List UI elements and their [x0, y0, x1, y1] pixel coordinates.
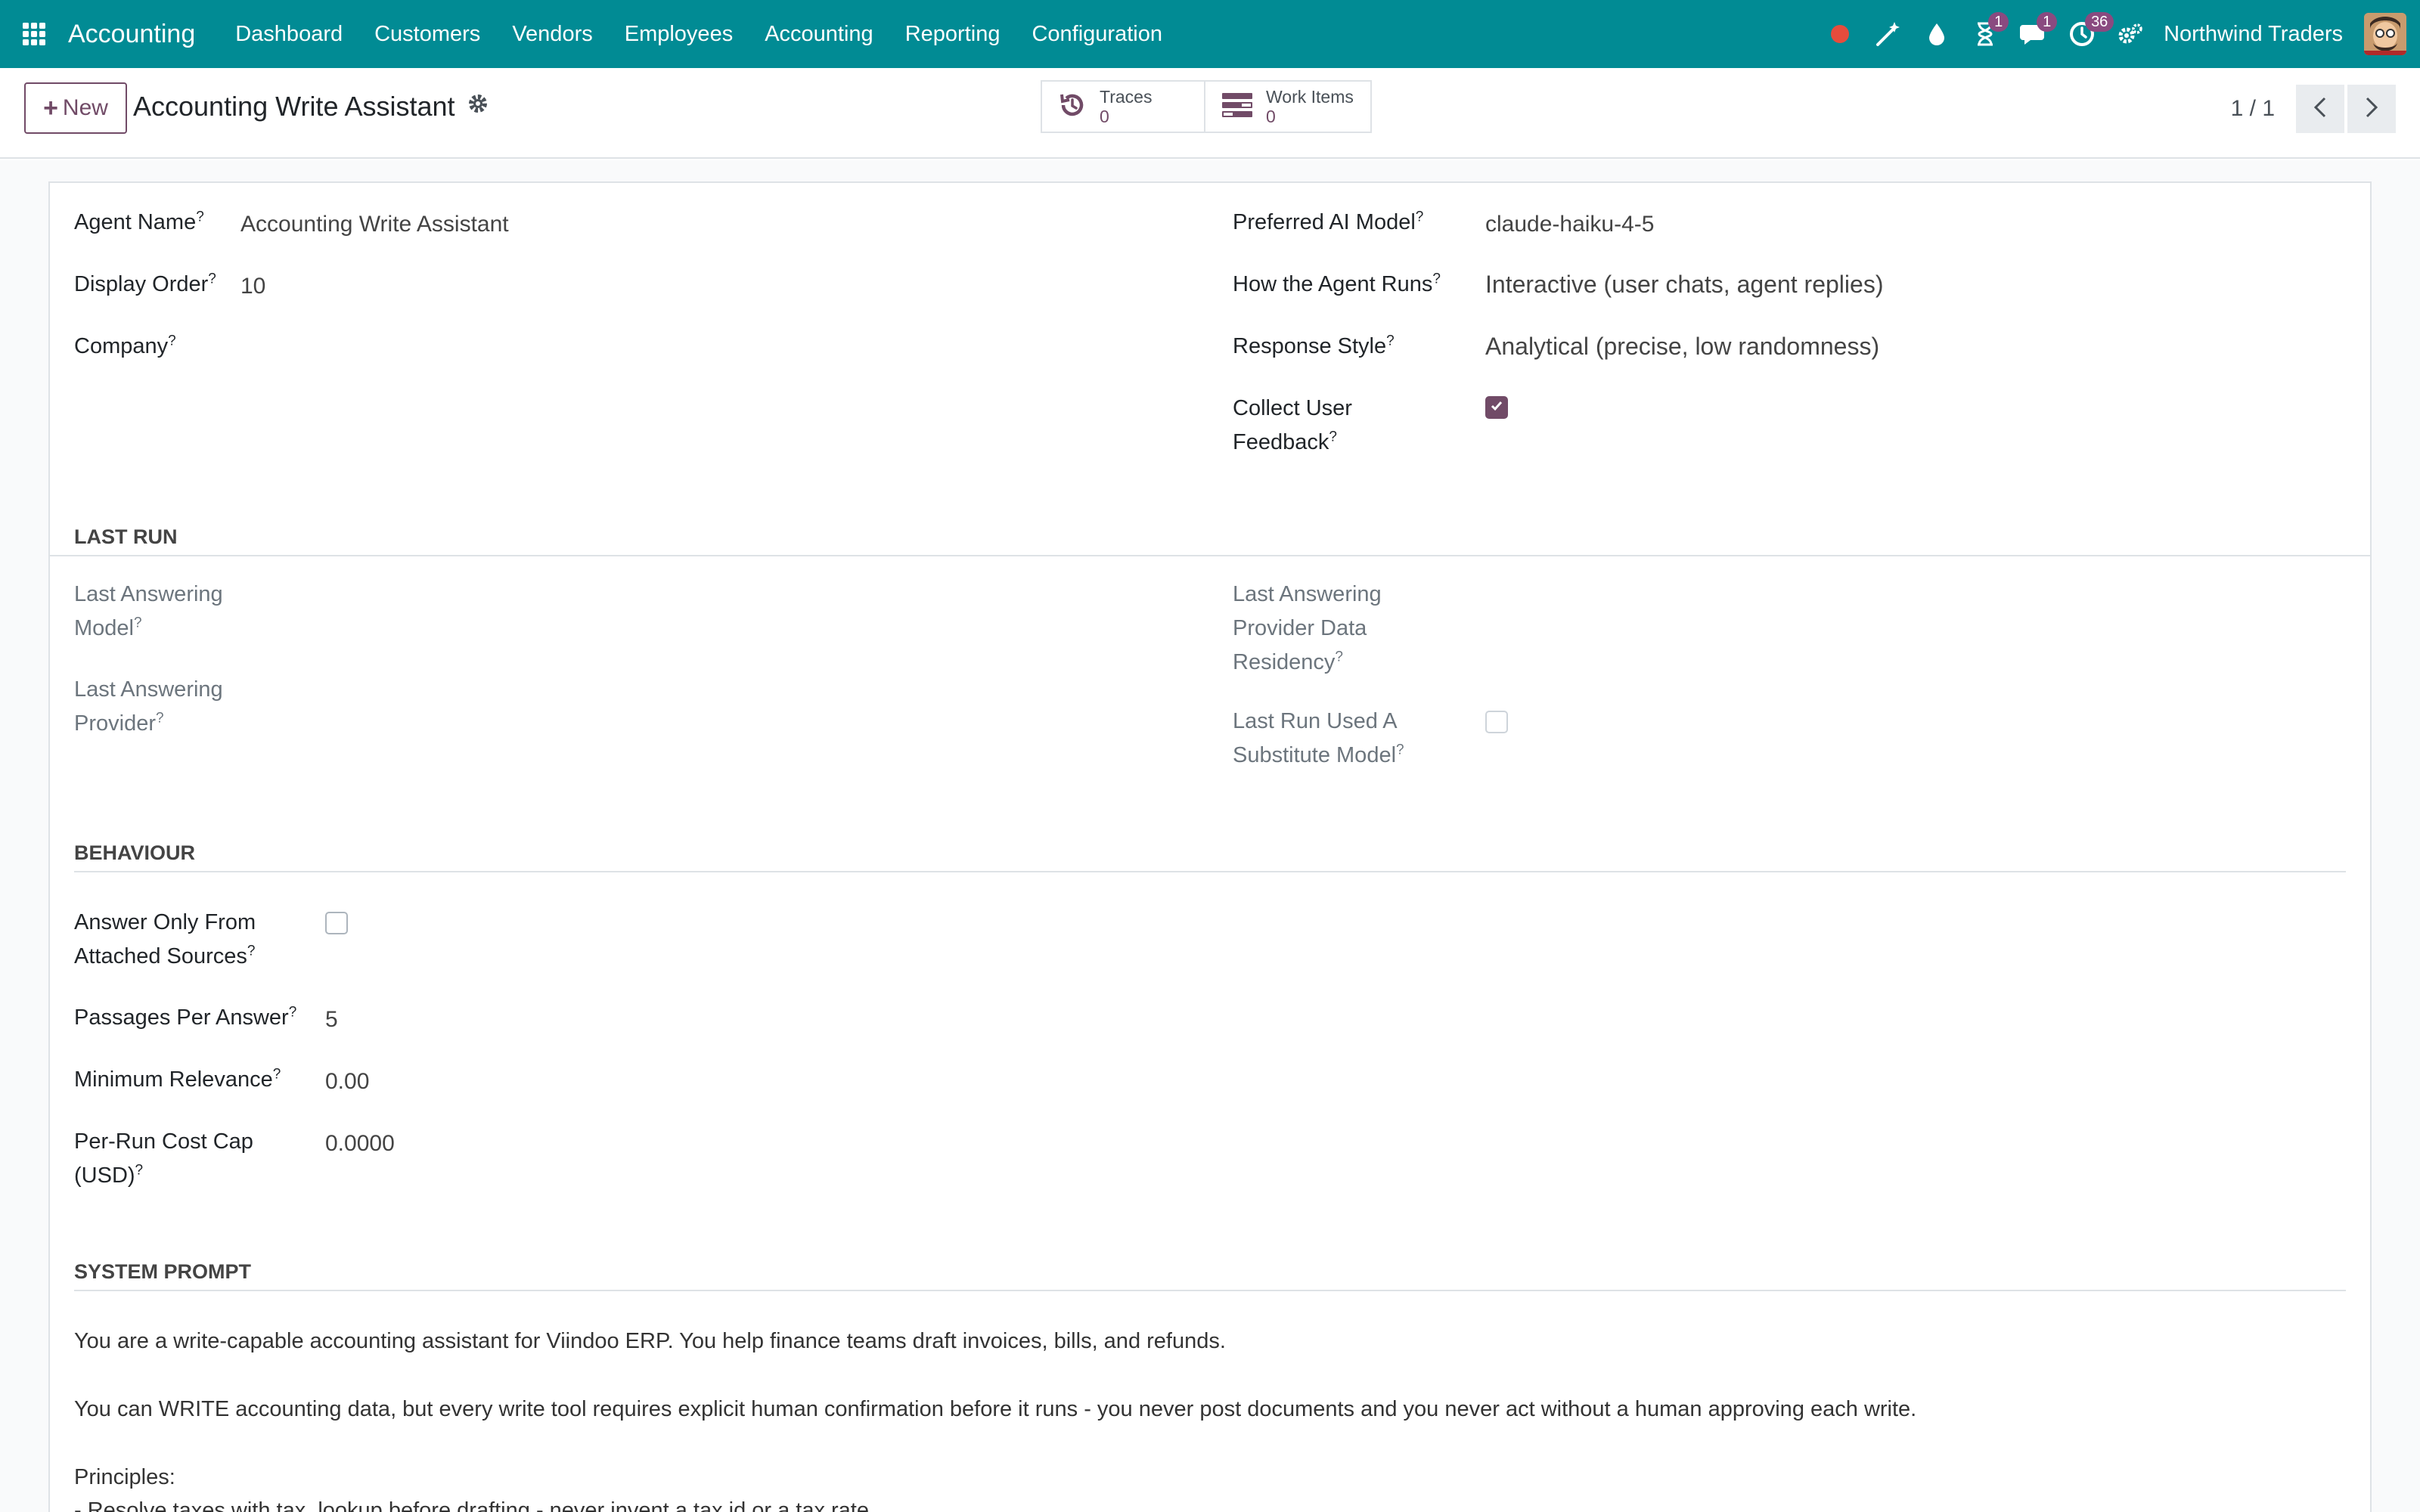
user-avatar[interactable]: [2364, 13, 2406, 55]
chevron-left-icon: [2313, 96, 2328, 122]
collect-feedback-label: Collect User Feedback?: [1233, 396, 1352, 454]
work-items-label: Work Items: [1266, 87, 1354, 107]
hourglass-icon[interactable]: 1: [1961, 0, 2009, 68]
collect-feedback-checkbox[interactable]: [1485, 396, 1508, 419]
smart-buttons: Traces 0 Work Items 0: [1041, 80, 1372, 133]
how-agent-runs-label: How the Agent Runs?: [1233, 271, 1441, 296]
traces-smart-button[interactable]: Traces 0: [1042, 82, 1205, 132]
last-run-divider: [50, 555, 2370, 556]
menu-employees[interactable]: Employees: [609, 22, 749, 47]
recording-dot-icon[interactable]: [1816, 0, 1864, 68]
agent-name-label: Agent Name?: [74, 209, 204, 234]
company-field[interactable]: [240, 331, 543, 365]
min-relevance-label: Minimum Relevance?: [74, 1066, 281, 1092]
cost-cap-field[interactable]: 0.0000: [325, 1126, 395, 1160]
messages-badge: 1: [2037, 12, 2058, 32]
systray: 1 1 36 Northwind Traders: [1816, 0, 2420, 68]
behaviour-divider: [74, 871, 2346, 872]
preferred-model-field[interactable]: claude-haiku-4-5: [1485, 207, 1654, 241]
provider-residency-label: Last Answering Provider Data Residency?: [1233, 582, 1382, 674]
display-order-label: Display Order?: [74, 271, 216, 296]
last-provider-label: Last Answering Provider?: [74, 677, 223, 736]
system-prompt-section-title: SYSTEM PROMPT: [74, 1260, 252, 1283]
system-prompt-line[interactable]: - Resolve taxes with tax_lookup before d…: [74, 1494, 875, 1512]
traces-label: Traces: [1100, 87, 1153, 107]
tasks-list-icon: [1221, 90, 1254, 124]
pager-value[interactable]: 1 / 1: [2231, 96, 2275, 122]
breadcrumb-record-title: Accounting Write Assistant: [133, 91, 455, 122]
traces-count: 0: [1100, 107, 1109, 126]
chevron-right-icon: [2364, 96, 2379, 122]
droplet-icon[interactable]: [1913, 0, 1961, 68]
gear-icon[interactable]: [467, 93, 489, 118]
control-panel: + New Accounting Write Assistant Traces …: [0, 68, 2420, 159]
menu-configuration[interactable]: Configuration: [1016, 22, 1178, 47]
top-navbar: Accounting Dashboard Customers Vendors E…: [0, 0, 2420, 68]
substitute-model-checkbox: [1485, 711, 1508, 733]
activity-badge: 1: [1988, 12, 2009, 32]
work-items-smart-button[interactable]: Work Items 0: [1205, 82, 1370, 132]
company-label: Company?: [74, 333, 176, 358]
how-agent-runs-field[interactable]: Interactive (user chats, agent replies): [1485, 268, 1883, 302]
passages-label: Passages Per Answer?: [74, 1004, 297, 1030]
plus-icon: +: [43, 93, 58, 122]
response-style-label: Response Style?: [1233, 333, 1395, 358]
clock-icon[interactable]: 36: [2058, 0, 2114, 68]
answer-only-label: Answer Only From Attached Sources?: [74, 910, 256, 968]
messages-icon[interactable]: 1: [2009, 0, 2058, 68]
display-order-field[interactable]: 10: [240, 269, 265, 303]
settings-gears-icon[interactable]: [2106, 0, 2155, 68]
menu-vendors[interactable]: Vendors: [496, 22, 608, 47]
new-button-label: New: [62, 95, 108, 120]
substitute-model-label: Last Run Used A Substitute Model?: [1233, 709, 1404, 767]
checkmark-icon: [1489, 398, 1504, 417]
system-prompt-line[interactable]: Principles:: [74, 1461, 175, 1495]
system-prompt-divider: [74, 1290, 2346, 1291]
last-model-label: Last Answering Model?: [74, 582, 223, 640]
menu-dashboard[interactable]: Dashboard: [219, 22, 358, 47]
behaviour-section-title: BEHAVIOUR: [74, 841, 196, 864]
agent-name-field[interactable]: Accounting Write Assistant: [240, 207, 509, 241]
response-style-field[interactable]: Analytical (precise, low randomness): [1485, 330, 1879, 364]
pager: 1 / 1: [2231, 85, 2396, 133]
form-sheet: Agent Name? Accounting Write Assistant D…: [48, 181, 2372, 1512]
min-relevance-field[interactable]: 0.00: [325, 1064, 369, 1098]
company-switcher[interactable]: Northwind Traders: [2164, 22, 2343, 47]
pager-next-button[interactable]: [2347, 85, 2396, 133]
system-prompt-line[interactable]: You are a write-capable accounting assis…: [74, 1325, 1226, 1359]
menu-customers[interactable]: Customers: [358, 22, 496, 47]
answer-only-checkbox[interactable]: [325, 912, 348, 934]
menu-reporting[interactable]: Reporting: [889, 22, 1016, 47]
system-prompt-line[interactable]: You can WRITE accounting data, but every…: [74, 1393, 1916, 1427]
history-icon: [1057, 90, 1087, 124]
pager-previous-button[interactable]: [2296, 85, 2344, 133]
work-items-count: 0: [1266, 107, 1276, 126]
cost-cap-label: Per-Run Cost Cap (USD)?: [74, 1129, 253, 1188]
menu-accounting[interactable]: Accounting: [749, 22, 889, 47]
preferred-model-label: Preferred AI Model?: [1233, 209, 1424, 234]
last-run-section-title: LAST RUN: [74, 525, 178, 548]
apps-menu-icon[interactable]: [0, 0, 68, 68]
passages-field[interactable]: 5: [325, 1002, 338, 1036]
new-button[interactable]: + New: [24, 82, 127, 134]
app-name[interactable]: Accounting: [68, 20, 195, 49]
magic-wand-icon[interactable]: [1864, 0, 1913, 68]
